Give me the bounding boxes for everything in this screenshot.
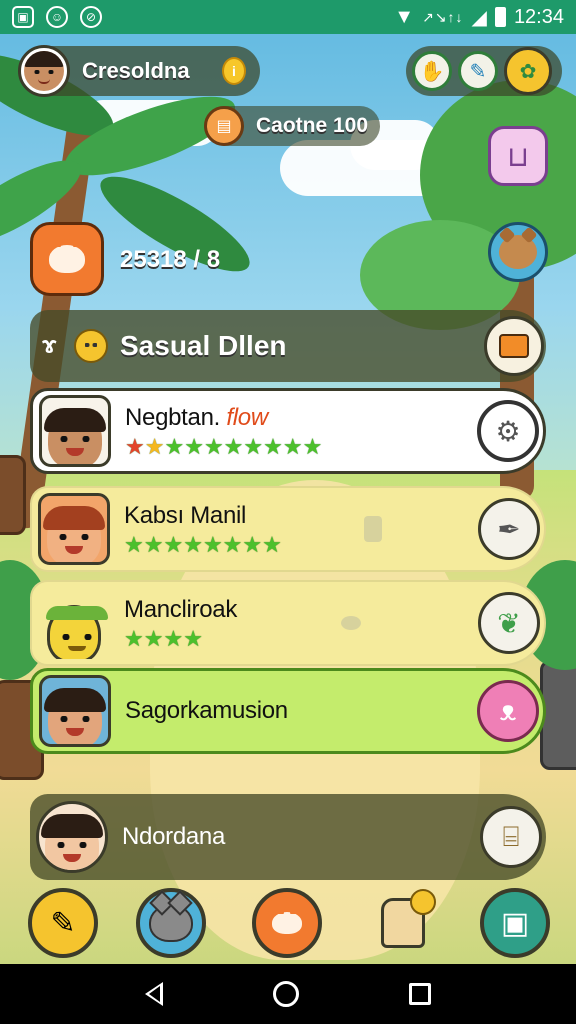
cup-icon: ▤ [204,106,244,146]
cell-signal-icon: ◢ [471,6,487,29]
pebble-placeholder [340,616,361,630]
stump [0,455,26,535]
leaf-icon[interactable]: ❦ [477,592,540,654]
fox-badge-icon[interactable] [30,222,104,296]
sprout-icon: ɤ [42,332,57,359]
avatar [39,675,111,747]
notes-button[interactable] [484,316,544,376]
clock: 12:34 [513,5,564,28]
star-icon: ★ [143,532,164,557]
face-icon: ☺ [46,6,68,28]
star-icon: ★ [222,532,243,557]
blocked-icon: ⊘ [80,6,102,28]
star-icon: ★ [124,532,144,557]
star-icon: ★ [243,434,264,459]
avatar [38,587,110,659]
list-item[interactable]: Negbtan. flow ★ ★ ★ ★ ★ ★ ★ ★ ★ ★ ⚙ [30,388,546,474]
star-icon: ★ [163,532,184,557]
list-header: ɤ Sasual Dllen [30,310,546,382]
hand-icon[interactable]: ✋ [412,51,452,91]
star-icon: ★ [125,434,145,459]
star-icon: ★ [144,434,165,459]
notes-icon [499,334,529,358]
smiley-icon [74,329,108,363]
row-name: Sagorkamusion [125,697,288,724]
pencil-icon[interactable]: ✎ [458,51,498,91]
cup-placeholder [363,516,382,542]
star-icon: ★ [282,434,303,459]
currency-label: Caotne 100 [256,114,369,137]
currency-pill[interactable]: ▤ Caotne 100 [204,106,380,146]
star-icon: ★ [143,626,164,651]
list-item[interactable]: Mancliroak ★ ★ ★ ★ ❦ [30,580,546,666]
star-rating: ★ ★ ★ ★ ★ ★ ★ ★ ★ ★ [125,436,322,458]
player-profile-pill[interactable]: Cresoldna i [18,45,260,97]
list-title: Sasual Dllen [120,330,287,361]
star-icon: ★ [242,532,263,557]
wifi-icon: ▼ [394,5,415,28]
bottom-dock: ✎ ▣ [0,882,576,964]
row-name: Negbtan. flow [125,404,268,431]
basket-icon[interactable]: ⊔ [488,126,548,186]
star-icon: ★ [302,434,323,459]
gear-icon[interactable]: ⚙ [477,400,539,462]
score-counter: 25318 / 8 [120,246,221,273]
back-icon[interactable] [145,982,163,1006]
hud-action-pill: ✋ ✎ ✿ [406,46,562,96]
star-rating: ★ ★ ★ ★ [124,628,237,650]
battery-icon [494,7,506,27]
pink-pet-icon[interactable]: ᴥ [477,680,539,742]
star-icon: ★ [183,626,203,651]
toast-character-icon[interactable] [368,888,438,958]
home-icon[interactable] [273,981,299,1007]
row-name: Ndordana [122,823,226,850]
list-item[interactable]: Kabsı Manil ★ ★ ★ ★ ★ ★ ★ ★ ✒ [30,486,546,572]
star-icon: ★ [124,626,144,651]
info-coin-icon[interactable]: i [222,57,246,85]
list-item[interactable]: Ndordana ⌸ [30,794,546,880]
pencil-tool-icon[interactable]: ✎ [28,888,98,958]
image-icon: ▣ [12,6,34,28]
map-icon[interactable]: ✿ [504,47,552,95]
avatar [38,493,110,565]
fox-icon[interactable] [252,888,322,958]
star-icon: ★ [164,434,185,459]
star-icon: ★ [262,532,282,557]
star-icon: ★ [202,532,223,557]
avatar [36,801,108,873]
status-bar: ▣ ☺ ⊘ ▼ ↗↘↑↓ ◢ 12:34 [0,0,576,34]
star-icon: ★ [163,626,184,651]
navigation-bar [0,964,576,1024]
pet-icon[interactable] [488,222,548,282]
star-icon: ★ [203,434,224,459]
list-item[interactable]: Sagorkamusion ᴥ [30,668,546,754]
player-avatar[interactable] [18,45,70,97]
avatar [39,395,111,467]
recents-icon[interactable] [409,983,431,1005]
player-name: Cresoldna [82,58,190,83]
star-rating: ★ ★ ★ ★ ★ ★ ★ ★ [124,534,282,556]
star-icon: ★ [223,434,244,459]
book-icon[interactable]: ▣ [480,888,550,958]
star-icon: ★ [184,434,204,459]
signal-text: ↗↘↑↓ [422,8,464,25]
cat-icon[interactable] [136,888,206,958]
log-icon[interactable]: ⌸ [480,806,542,868]
star-icon: ★ [263,434,283,459]
feather-icon[interactable]: ✒ [478,498,540,560]
row-name: Mancliroak [124,596,238,623]
star-icon: ★ [183,532,203,557]
row-name: Kabsı Manil [124,502,247,529]
